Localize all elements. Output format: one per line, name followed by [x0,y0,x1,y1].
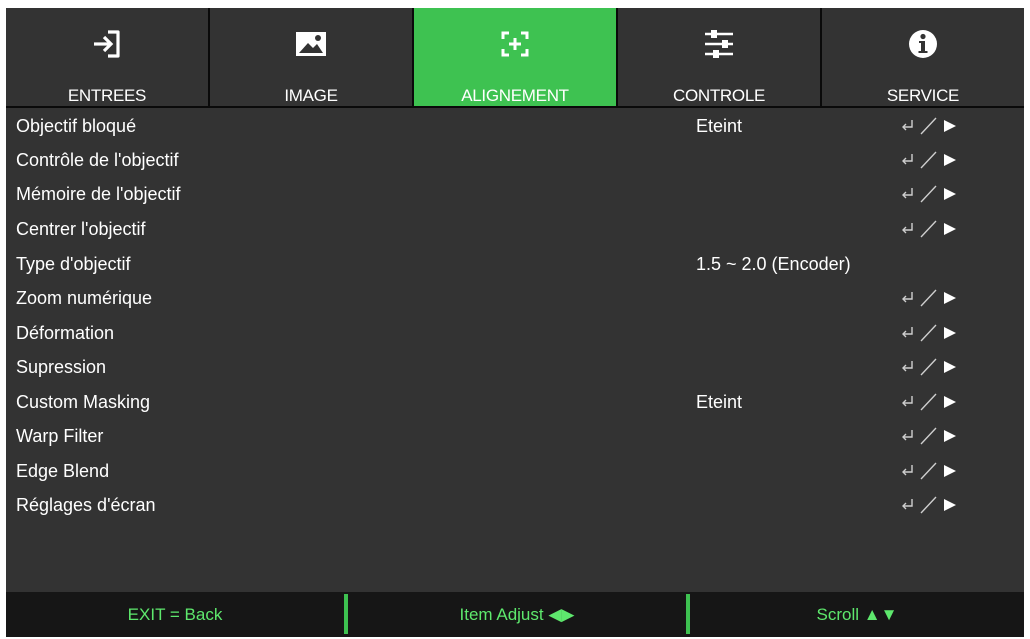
enter-arrow-icon[interactable] [901,114,961,138]
menu-item-label: Supression [16,357,107,377]
menu-item-controle-objectif[interactable]: Contrôle de l'objectif [6,143,1024,177]
tab-entrees[interactable]: ENTREES [6,8,210,106]
tab-label: CONTROLE [672,86,766,105]
menu-item-label: Type d'objectif [16,254,131,274]
menu-item-zoom-numerique[interactable]: Zoom numérique [6,281,1024,315]
enter-arrow-icon[interactable] [901,148,961,172]
info-icon [904,25,942,63]
menu-item-label: Réglages d'écran [16,495,156,515]
alignment-icon [496,25,534,63]
menu-item-label: Zoom numérique [16,288,153,308]
tab-service[interactable]: SERVICE [822,8,1024,106]
tab-label: SERVICE [886,86,960,105]
menu-item-label: Contrôle de l'objectif [16,150,179,170]
menu-item-value: Eteint [696,392,743,412]
sliders-icon [700,25,738,63]
menu-item-custom-masking[interactable]: Custom Masking Eteint [6,385,1024,419]
enter-arrow-icon[interactable] [901,286,961,310]
menu-item-label: Centrer l'objectif [16,219,146,239]
menu-item-value: 1.5 ~ 2.0 (Encoder) [696,254,851,274]
enter-arrow-icon[interactable] [901,459,961,483]
footer-hint-bar: EXIT = Back Item Adjust ◀▶ Scroll ▲▼ [6,592,1024,637]
menu-item-centrer-objectif[interactable]: Centrer l'objectif [6,212,1024,246]
menu-item-edge-blend[interactable]: Edge Blend [6,454,1024,488]
menu-item-type-objectif[interactable]: Type d'objectif 1.5 ~ 2.0 (Encoder) [6,247,1024,281]
menu-item-label: Custom Masking [16,392,151,412]
tab-label: ALIGNEMENT [461,86,569,105]
menu-item-deformation[interactable]: Déformation [6,316,1024,350]
enter-arrow-icon[interactable] [901,321,961,345]
scroll-hint: Scroll ▲▼ [816,604,898,624]
enter-arrow-icon[interactable] [901,182,961,206]
osd-menu: ENTREES IMAGE ALIGNEMENT CONTROLE SERVIC… [6,8,1024,637]
menu-item-supression[interactable]: Supression [6,350,1024,384]
input-icon [88,25,126,63]
menu-item-label: Warp Filter [16,426,104,446]
menu-item-label: Déformation [16,323,115,343]
menu-item-warp-filter[interactable]: Warp Filter [6,419,1024,453]
tab-image[interactable]: IMAGE [210,8,414,106]
menu-item-memoire-objectif[interactable]: Mémoire de l'objectif [6,177,1024,211]
menu-item-value: Eteint [696,116,743,136]
enter-arrow-icon[interactable] [901,390,961,414]
exit-hint: EXIT = Back [127,604,223,624]
tab-bar: ENTREES IMAGE ALIGNEMENT CONTROLE SERVIC… [6,8,1024,106]
enter-arrow-icon[interactable] [901,493,961,517]
enter-arrow-icon[interactable] [901,424,961,448]
tab-label: IMAGE [284,86,338,105]
enter-arrow-icon[interactable] [901,355,961,379]
enter-arrow-icon[interactable] [901,217,961,241]
menu-list: Objectif bloqué Eteint Contrôle de l'obj… [6,108,1024,592]
menu-item-label: Edge Blend [16,461,110,481]
menu-item-label: Mémoire de l'objectif [16,184,181,204]
menu-item-label: Objectif bloqué [16,116,137,136]
tab-controle[interactable]: CONTROLE [618,8,822,106]
tab-label: ENTREES [67,86,147,105]
image-icon [292,25,330,63]
adjust-hint: Item Adjust ◀▶ [459,604,575,624]
menu-item-objectif-bloque[interactable]: Objectif bloqué Eteint [6,109,1024,143]
menu-item-reglages-ecran[interactable]: Réglages d'écran [6,488,1024,522]
tab-alignement[interactable]: ALIGNEMENT [414,8,618,106]
